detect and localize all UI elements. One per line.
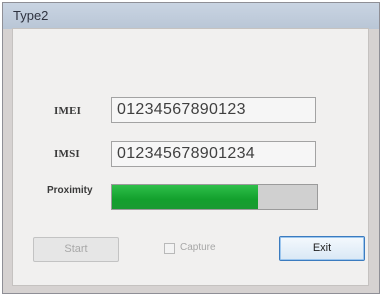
title-bar[interactable]: Type2: [3, 3, 379, 29]
imsi-field[interactable]: 012345678901234: [111, 141, 316, 167]
proximity-progress-bar: [111, 184, 318, 210]
proximity-progress-fill: [112, 185, 258, 209]
capture-label: Capture: [180, 242, 216, 253]
proximity-label: Proximity: [47, 185, 93, 196]
window-title: Type2: [13, 8, 49, 23]
imei-field[interactable]: 01234567890123: [111, 97, 316, 123]
exit-button[interactable]: Exit: [279, 236, 365, 261]
capture-checkbox-box[interactable]: [164, 243, 175, 254]
start-button[interactable]: Start: [33, 237, 119, 262]
imsi-label: IMSI: [54, 148, 80, 160]
imei-label: IMEI: [54, 105, 82, 117]
